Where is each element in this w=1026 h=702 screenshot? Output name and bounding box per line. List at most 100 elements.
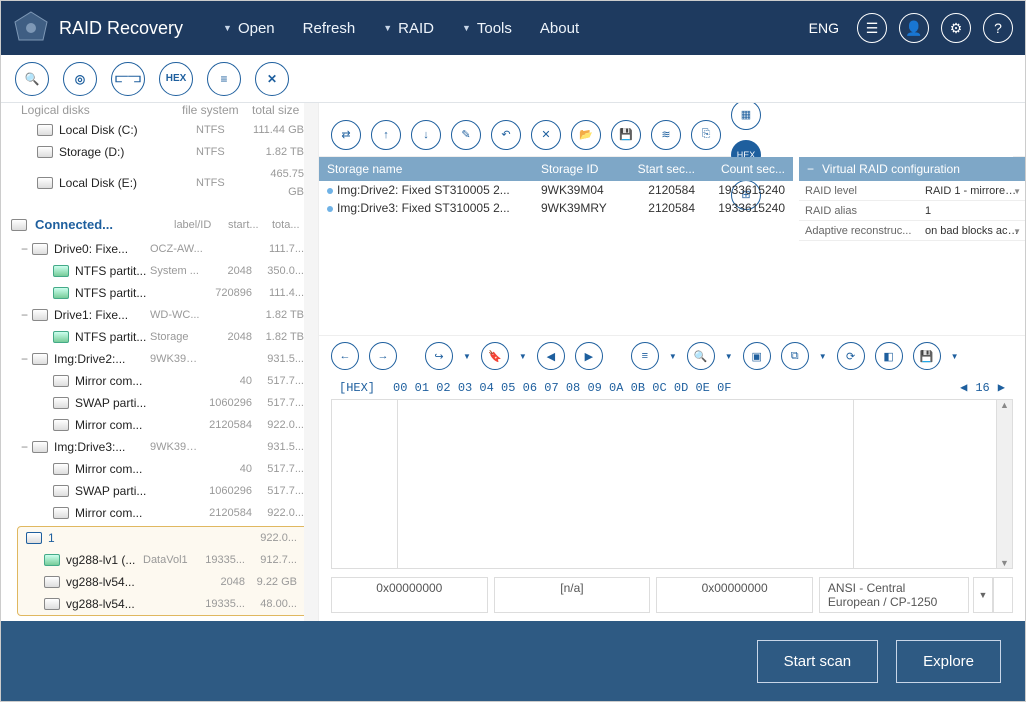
nav-fwd-icon[interactable]: → xyxy=(369,342,397,370)
undo-icon[interactable]: ↶ xyxy=(491,120,521,150)
language-label[interactable]: ENG xyxy=(809,20,839,36)
start-scan-button[interactable]: Start scan xyxy=(757,640,879,683)
raid-config-row[interactable]: RAID alias 1 xyxy=(799,201,1025,221)
layers-icon[interactable]: ≋ xyxy=(651,120,681,150)
explore-button[interactable]: Explore xyxy=(896,640,1001,683)
encoding-select[interactable]: ANSI - Central European / CP-1250 xyxy=(819,577,969,613)
encoding-extra-box[interactable] xyxy=(993,577,1013,613)
virtual-raid-item[interactable]: 1 922.0... vg288-lv1 (... DataVol1 19335… xyxy=(17,526,312,616)
raid-config-panel: − Virtual RAID configuration RAID level … xyxy=(799,157,1025,241)
storage-row[interactable]: Img:Drive3: Fixed ST310005 2... 9WK39MRY… xyxy=(319,199,793,217)
storage-table: Storage name Storage ID Start sec... Cou… xyxy=(319,157,793,241)
partition-row[interactable]: NTFS partit... 720896 111.4... xyxy=(1,282,318,304)
compare-icon[interactable]: ◧ xyxy=(875,342,903,370)
storage-row[interactable]: Img:Drive2: Fixed ST310005 2... 9WK39M04… xyxy=(319,181,793,199)
user-icon[interactable]: 👤 xyxy=(899,13,929,43)
help-icon[interactable]: ? xyxy=(983,13,1013,43)
menu-tools[interactable]: ▼Tools xyxy=(462,20,512,37)
news-icon[interactable]: ☰ xyxy=(857,13,887,43)
partition-row[interactable]: Mirror com... 40 517.7... xyxy=(1,370,318,392)
close-icon[interactable]: ✕ xyxy=(255,62,289,96)
drive-row[interactable]: − Img:Drive3:... 9WK39MRY 931.5... xyxy=(1,436,318,458)
raid-config-header[interactable]: − Virtual RAID configuration xyxy=(799,157,1025,181)
partition-row[interactable]: SWAP parti... 1060296 517.7... xyxy=(1,392,318,414)
next-page-icon[interactable]: ▶ xyxy=(998,380,1005,395)
hex-view-icon[interactable]: HEX xyxy=(159,62,193,96)
next-mark-icon[interactable]: ▶ xyxy=(575,342,603,370)
open-folder-icon[interactable]: 📂 xyxy=(571,120,601,150)
dropdown-icon[interactable]: ▼ xyxy=(1013,187,1021,196)
logo-area: RAID Recovery xyxy=(13,10,183,46)
raid-volume-row[interactable]: vg288-lv1 (... DataVol1 19335... 912.7..… xyxy=(18,549,311,571)
save-hex-icon[interactable]: 💾 xyxy=(913,342,941,370)
encoding-dropdown-icon[interactable]: ▼ xyxy=(973,577,993,613)
list-view-icon[interactable]: ≡ xyxy=(207,62,241,96)
logical-disk-row[interactable]: Local Disk (C:) NTFS 111.44 GB xyxy=(1,119,318,141)
chart-icon[interactable]: ▦ xyxy=(731,103,761,130)
partition-icon xyxy=(53,265,69,277)
move-down-icon[interactable]: ↓ xyxy=(411,120,441,150)
offset-box-2: 0x00000000 xyxy=(656,577,813,613)
partition-row[interactable]: SWAP parti... 1060296 517.7... xyxy=(1,480,318,502)
hex-scrollbar[interactable]: ▲▼ xyxy=(996,400,1012,568)
find-icon[interactable]: 🔍 xyxy=(687,342,715,370)
menu-open[interactable]: ▼Open xyxy=(223,20,275,37)
dropdown-icon: ▼ xyxy=(223,23,232,33)
settings-icon[interactable]: ⚙ xyxy=(941,13,971,43)
collapse-icon: − xyxy=(807,162,814,176)
scan-icon[interactable]: 🔍 xyxy=(15,62,49,96)
prev-mark-icon[interactable]: ◀ xyxy=(537,342,565,370)
disk-icon xyxy=(37,177,53,189)
export-icon[interactable]: ⎘ xyxy=(691,120,721,150)
connected-storages-header: Connected... label/ID start... tota... xyxy=(1,211,318,238)
partition-row[interactable]: NTFS partit... Storage 2048 1.82 TB xyxy=(1,326,318,348)
raid-build-icon[interactable]: ⫍⫎ xyxy=(111,62,145,96)
logical-disk-row[interactable]: Local Disk (E:) NTFS 465.75 GB xyxy=(1,163,318,203)
menu-refresh[interactable]: Refresh xyxy=(303,20,356,37)
menu-raid[interactable]: ▼RAID xyxy=(383,20,434,37)
goto-icon[interactable]: ↪ xyxy=(425,342,453,370)
panel-icon[interactable]: ▣ xyxy=(743,342,771,370)
edit-icon[interactable]: ✎ xyxy=(451,120,481,150)
partition-row[interactable]: Mirror com... 2120584 922.0... xyxy=(1,502,318,524)
storage-split: Storage name Storage ID Start sec... Cou… xyxy=(319,157,1025,241)
partition-row[interactable]: Mirror com... 2120584 922.0... xyxy=(1,414,318,436)
bookmark-icon[interactable]: 🔖 xyxy=(481,342,509,370)
remove-icon[interactable]: ✕ xyxy=(531,120,561,150)
dropdown-icon: ▼ xyxy=(462,23,471,33)
refresh-hex-icon[interactable]: ⟳ xyxy=(837,342,865,370)
autosort-icon[interactable]: ⇄ xyxy=(331,120,361,150)
status-dot-icon xyxy=(327,188,333,194)
raid-root-row[interactable]: 1 922.0... xyxy=(18,527,311,549)
main-area: Logical disks file system total size Loc… xyxy=(1,103,1025,621)
right-panel: ⇄ ↑ ↓ ✎ ↶ ✕ 📂 💾 ≋ ⎘ 〰 ▦ HEX ⊞ xyxy=(319,103,1025,621)
prev-page-icon[interactable]: ◀ xyxy=(960,380,967,395)
raid-config-row[interactable]: Adaptive reconstruc... on bad blocks acc… xyxy=(799,221,1025,241)
raid-volume-row[interactable]: vg288-lv54... 19335... 48.00... xyxy=(18,593,311,615)
drive-row[interactable]: − Drive1: Fixe... WD-WC... 1.82 TB xyxy=(1,304,318,326)
drive-row[interactable]: − Drive0: Fixe... OCZ-AW... 111.7... xyxy=(1,238,318,260)
move-up-icon[interactable]: ↑ xyxy=(371,120,401,150)
raid-config-row[interactable]: RAID level RAID 1 - mirrored, r▼ xyxy=(799,181,1025,201)
footer: Start scan Explore xyxy=(1,621,1025,701)
offset-box-1: 0x00000000 xyxy=(331,577,488,613)
partition-row[interactable]: Mirror com... 40 517.7... xyxy=(1,458,318,480)
app-title: RAID Recovery xyxy=(59,18,183,39)
partition-icon xyxy=(53,463,69,475)
partition-icon xyxy=(53,485,69,497)
copy-icon[interactable]: ⧉ xyxy=(781,342,809,370)
partition-row[interactable]: NTFS partit... System ... 2048 350.0... xyxy=(1,260,318,282)
sidebar-scrollbar[interactable] xyxy=(304,103,318,621)
dropdown-icon[interactable]: ▼ xyxy=(1013,227,1021,236)
drive-row[interactable]: − Img:Drive2:... 9WK39M04 931.5... xyxy=(1,348,318,370)
drive-icon xyxy=(32,243,48,255)
partition-icon xyxy=(53,375,69,387)
menu-about[interactable]: About xyxy=(540,20,579,37)
raid-volume-row[interactable]: vg288-lv54... 2048 9.22 GB xyxy=(18,571,311,593)
nav-back-icon[interactable]: ← xyxy=(331,342,359,370)
save-icon[interactable]: 💾 xyxy=(611,120,641,150)
drive-icon xyxy=(32,353,48,365)
auto-icon[interactable]: ◎ xyxy=(63,62,97,96)
logical-disk-row[interactable]: Storage (D:) NTFS 1.82 TB xyxy=(1,141,318,163)
list-icon[interactable]: ≡ xyxy=(631,342,659,370)
